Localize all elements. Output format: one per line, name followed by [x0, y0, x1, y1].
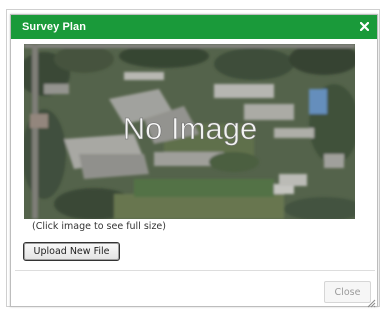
image-caption: (Click image to see full size)	[32, 221, 166, 232]
dialog-title: Survey Plan	[22, 21, 87, 33]
survey-plan-dialog: Survey Plan No Image (Click image to see…	[10, 14, 378, 308]
dialog-title-bar[interactable]: Survey Plan	[11, 15, 377, 39]
close-button[interactable]: Close	[324, 281, 371, 303]
survey-plan-image[interactable]: No Image	[24, 44, 355, 219]
footer-divider	[15, 270, 375, 271]
no-image-text: No Image	[123, 111, 257, 146]
upload-new-file-button[interactable]: Upload New File	[23, 242, 120, 261]
page: Survey Plan No Image (Click image to see…	[0, 0, 388, 315]
resize-grip-icon[interactable]	[366, 295, 376, 308]
close-icon[interactable]	[357, 19, 371, 33]
